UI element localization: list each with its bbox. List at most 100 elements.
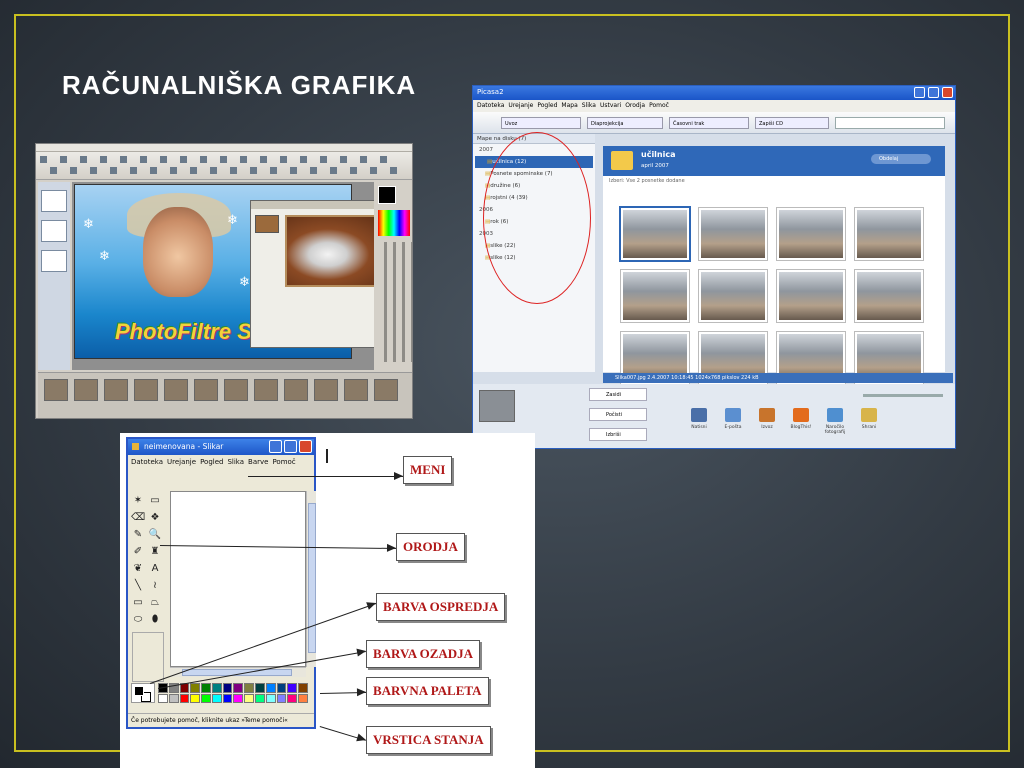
palette-swatch[interactable] [201, 683, 211, 693]
photo-thumbnail[interactable] [621, 208, 689, 260]
action-icon [691, 408, 707, 422]
tray-button[interactable]: Izbriši [589, 428, 647, 441]
palette-swatch[interactable] [276, 693, 287, 703]
tray-button[interactable]: Počisti [589, 408, 647, 421]
action-label: E-pošta [724, 425, 742, 430]
minimize-icon[interactable] [269, 440, 282, 453]
picasa-menu-item[interactable]: Urejanje [508, 102, 533, 109]
maximize-icon[interactable] [284, 440, 297, 453]
picasa-menu-item[interactable]: Pogled [537, 102, 557, 109]
paint-tool-icon[interactable]: ▭ [131, 596, 145, 610]
picasa-menu-item[interactable]: Pomoč [649, 102, 669, 109]
paint-tool-icon[interactable]: ❖ [148, 511, 162, 525]
paint-tool-icon[interactable]: ✶ [131, 494, 145, 508]
photo-thumbnail[interactable] [855, 208, 923, 260]
palette-swatch[interactable] [211, 683, 222, 693]
action-button[interactable]: BlogThis! [787, 406, 815, 444]
palette-swatch[interactable] [265, 693, 276, 703]
action-button[interactable]: Natisni [685, 406, 713, 444]
slikar-menu-item[interactable]: Slika [227, 458, 244, 466]
picasa-menu-item[interactable]: Datoteka [477, 102, 504, 109]
palette-swatch[interactable] [211, 693, 222, 703]
palette-swatch[interactable] [287, 693, 298, 703]
palette-swatch[interactable] [222, 693, 233, 703]
action-button[interactable]: E-pošta [719, 406, 747, 444]
palette-swatch[interactable] [190, 693, 201, 703]
action-icon [759, 408, 775, 422]
palette-swatch[interactable] [298, 683, 308, 693]
picasa-menu-item[interactable]: Slika [582, 102, 596, 109]
pf-film-thumbnail [74, 379, 98, 401]
photo-thumbnail[interactable] [699, 208, 767, 260]
pf-toolbar-icon [190, 167, 197, 174]
red-highlight-ellipse [483, 132, 591, 304]
paint-tool-icon[interactable]: ✎ [131, 528, 145, 542]
palette-swatch[interactable] [244, 693, 255, 703]
action-button[interactable]: Naročilo fotografij [821, 406, 849, 444]
palette-swatch[interactable] [233, 683, 244, 693]
paint-tool-icon[interactable]: 🔍 [148, 528, 162, 542]
palette-swatch[interactable] [222, 683, 233, 693]
palette-swatch[interactable] [179, 693, 190, 703]
palette-swatch[interactable] [265, 683, 276, 693]
paint-tool-icon[interactable]: ⬭ [131, 613, 145, 627]
slikar-menu-item[interactable]: Pomoč [272, 458, 295, 466]
slikar-menu-item[interactable]: Urejanje [167, 458, 196, 466]
album-header: učilnica april 2007 Obdelaj [603, 146, 945, 176]
paint-tool-icon[interactable]: ♜ [148, 545, 162, 559]
picasa-menu-item[interactable]: Mapa [561, 102, 577, 109]
palette-swatch[interactable] [255, 683, 265, 693]
palette-swatch[interactable] [233, 693, 244, 703]
paint-tool-icon[interactable]: ⌫ [131, 511, 145, 525]
import-button[interactable]: Uvoz [501, 117, 581, 129]
slikar-menu-item[interactable]: Barve [248, 458, 268, 466]
action-button[interactable]: Izvoz [753, 406, 781, 444]
album-edit-button[interactable]: Obdelaj [871, 154, 931, 164]
tray-button[interactable]: Zasidi [589, 388, 647, 401]
paint-tool-icon[interactable]: ⬮ [148, 613, 162, 627]
paint-tool-icon[interactable]: A [148, 562, 162, 576]
palette-swatch[interactable] [244, 683, 255, 693]
palette-swatch[interactable] [287, 683, 298, 693]
photo-thumbnail[interactable] [777, 270, 845, 322]
palette-swatch[interactable] [255, 693, 265, 703]
vertical-scrollbar[interactable] [306, 491, 316, 667]
pf-thumbnail [255, 215, 279, 233]
photo-tray-thumbnail[interactable] [479, 390, 515, 422]
foreground-color-swatch[interactable] [134, 686, 144, 696]
palette-swatch[interactable] [158, 693, 168, 703]
photo-thumbnail[interactable] [621, 270, 689, 322]
drawing-canvas[interactable] [170, 491, 306, 667]
paint-tool-icon[interactable]: ❦ [131, 562, 145, 576]
search-input[interactable] [835, 117, 945, 129]
slikar-menu-item[interactable]: Datoteka [131, 458, 163, 466]
pf-film-thumbnail [284, 379, 308, 401]
photo-thumbnail[interactable] [855, 270, 923, 322]
action-button[interactable]: Shrani [855, 406, 883, 444]
paint-tool-icon[interactable]: ✐ [131, 545, 145, 559]
photo-thumbnail[interactable] [777, 208, 845, 260]
palette-swatch[interactable] [298, 693, 308, 703]
burn-cd-button[interactable]: Zapiši CD [755, 117, 829, 129]
minimize-icon[interactable] [914, 87, 925, 98]
slideshow-button[interactable]: Diaprojekcija [587, 117, 663, 129]
paint-tool-icon[interactable]: ╲ [131, 579, 145, 593]
color-selector[interactable] [131, 683, 155, 703]
palette-swatch[interactable] [201, 693, 211, 703]
maximize-icon[interactable] [928, 87, 939, 98]
picasa-menu-item[interactable]: Ustvari [600, 102, 621, 109]
close-icon[interactable] [942, 87, 953, 98]
picasa-menu-item[interactable]: Orodja [625, 102, 645, 109]
paint-tool-icon[interactable]: ⏢ [148, 596, 162, 610]
photo-thumbnail[interactable] [699, 270, 767, 322]
paint-tool-icon[interactable]: ≀ [148, 579, 162, 593]
timeline-button[interactable]: Časovni trak [669, 117, 749, 129]
slikar-menu-item[interactable]: Pogled [200, 458, 223, 466]
palette-swatch[interactable] [168, 693, 179, 703]
pf-film-thumbnail [344, 379, 368, 401]
palette-swatch[interactable] [190, 683, 201, 693]
zoom-slider[interactable] [863, 394, 943, 397]
close-icon[interactable] [299, 440, 312, 453]
palette-swatch[interactable] [276, 683, 287, 693]
paint-tool-icon[interactable]: ▭ [148, 494, 162, 508]
